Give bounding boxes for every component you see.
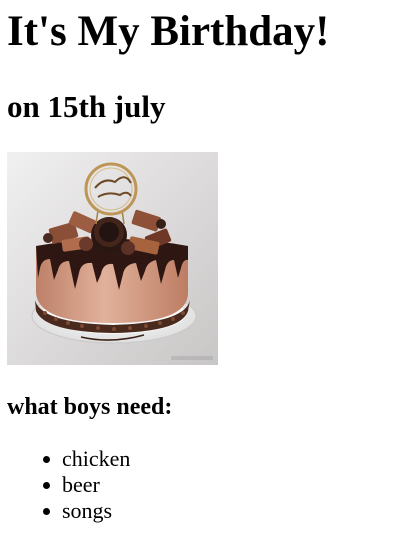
page-title: It's My Birthday! — [7, 8, 330, 55]
bullet-icon — [43, 508, 50, 515]
list-item: beer — [0, 472, 130, 498]
birthday-date-subtitle: on 15th july — [7, 89, 166, 124]
watermark-line — [171, 356, 213, 360]
list-item: songs — [0, 498, 130, 524]
list-item-label: beer — [62, 472, 100, 497]
list-item-label: chicken — [62, 446, 131, 471]
section-heading: what boys need: — [7, 394, 173, 420]
list-item-label: songs — [62, 498, 113, 523]
birthday-cake-image — [7, 152, 218, 365]
page: It's My Birthday! on 15th july what boys… — [0, 0, 410, 548]
bullet-icon — [43, 456, 50, 463]
bullet-icon — [43, 482, 50, 489]
needs-list: chicken beer songs — [0, 446, 130, 524]
birthday-cake-illustration — [7, 152, 218, 365]
list-item: chicken — [0, 446, 130, 472]
